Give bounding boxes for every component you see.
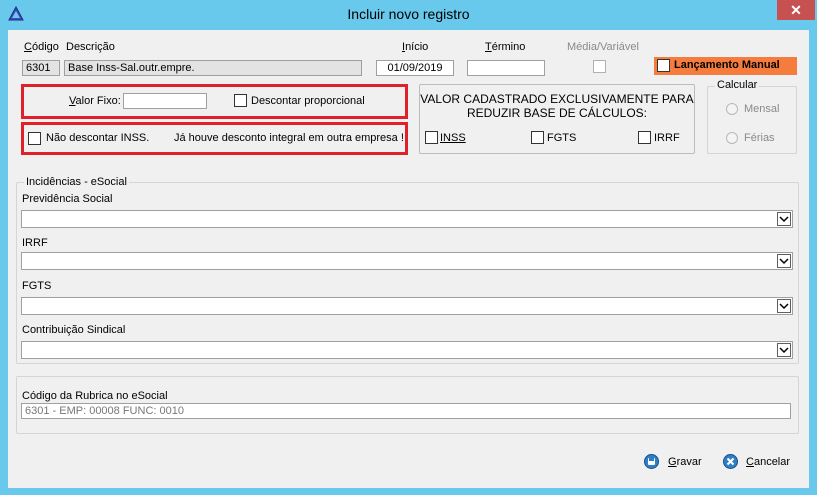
reducao-fgts-checkbox[interactable] <box>531 131 544 144</box>
reducao-inss-label: INSS <box>440 132 466 144</box>
chevron-down-icon[interactable] <box>777 343 791 357</box>
rubrica-field: 6301 - EMP: 00008 FUNC: 0010 <box>21 403 791 419</box>
codigo-label: Código <box>24 41 59 53</box>
calcular-title: Calcular <box>715 79 760 91</box>
sindical-select[interactable] <box>21 341 793 359</box>
media-variavel-label: Média/Variável <box>567 41 639 53</box>
mensal-label: Mensal <box>744 103 780 115</box>
valor-fixo-label: Valor Fixo: <box>69 95 121 107</box>
nao-descontar-inss-checkbox[interactable] <box>28 132 41 145</box>
descontar-proporcional-label: Descontar proporcional <box>251 95 365 107</box>
window-title: Incluir novo registro <box>347 6 470 22</box>
lancamento-manual-panel[interactable]: Lançamento Manual <box>654 57 797 75</box>
reducao-irrf-label: IRRF <box>654 132 680 144</box>
cancelar-label: Cancelar <box>746 456 791 468</box>
lancamento-manual-checkbox[interactable] <box>657 59 670 72</box>
cancelar-button[interactable]: Cancelar <box>720 453 800 473</box>
descricao-field: Base Inss-Sal.outr.empre. <box>64 60 362 76</box>
codigo-field: 6301 <box>22 60 60 76</box>
reducao-title-line2: REDUZIR BASE DE CÁLCULOS: <box>466 106 648 120</box>
gravar-button[interactable]: Gravar <box>641 453 711 473</box>
previdencia-label: Previdência Social <box>22 193 113 205</box>
chevron-down-icon[interactable] <box>777 254 791 268</box>
fgts-label: FGTS <box>22 280 52 292</box>
reducao-title-line1: VALOR CADASTRADO EXCLUSIVAMENTE PARA <box>420 92 694 106</box>
nao-descontar-inss-label: Não descontar INSS. <box>46 132 150 144</box>
rubrica-label: Código da Rubrica no eSocial <box>22 390 168 402</box>
termino-field[interactable] <box>467 60 545 76</box>
fgts-select[interactable] <box>21 297 793 315</box>
termino-label: Término <box>485 41 526 53</box>
reducao-inss-checkbox[interactable] <box>425 131 438 144</box>
close-button[interactable]: ✕ <box>777 0 815 20</box>
lancamento-manual-label: Lançamento Manual <box>674 59 780 71</box>
cancel-icon <box>723 454 738 469</box>
descontar-proporcional-checkbox[interactable] <box>234 94 247 107</box>
inicio-field[interactable]: 01/09/2019 <box>376 60 454 76</box>
descricao-label: Descrição <box>66 41 115 53</box>
reducao-irrf-checkbox[interactable] <box>638 131 651 144</box>
ferias-radio[interactable] <box>726 132 738 144</box>
title-bar[interactable]: Incluir novo registro ✕ <box>0 0 817 30</box>
previdencia-select[interactable] <box>21 210 793 228</box>
media-variavel-checkbox[interactable] <box>593 60 606 73</box>
irrf-label: IRRF <box>22 237 48 249</box>
dialog-body: Código Descrição Início Término Média/Va… <box>8 30 809 488</box>
incidencias-title: Incidências - eSocial <box>24 176 129 188</box>
ferias-label: Férias <box>744 132 775 144</box>
sindical-label: Contribuição Sindical <box>22 324 126 336</box>
desconto-integral-note: Já houve desconto integral em outra empr… <box>174 132 404 144</box>
mensal-radio[interactable] <box>726 103 738 115</box>
save-icon <box>644 454 659 469</box>
irrf-select[interactable] <box>21 252 793 270</box>
chevron-down-icon[interactable] <box>777 299 791 313</box>
inicio-label: Início <box>402 41 429 53</box>
valor-fixo-input[interactable] <box>123 93 207 109</box>
gravar-label: Gravar <box>668 456 702 468</box>
dialog-window: Incluir novo registro ✕ Código Descrição… <box>0 0 817 495</box>
chevron-down-icon[interactable] <box>777 212 791 226</box>
reducao-fgts-label: FGTS <box>547 132 577 144</box>
